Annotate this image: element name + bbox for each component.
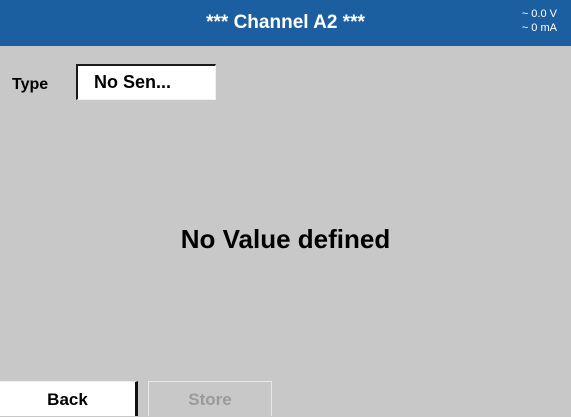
channel-title: *** Channel A2 *** bbox=[206, 12, 365, 33]
type-selector[interactable]: No Sen... bbox=[76, 64, 216, 100]
type-label: Type bbox=[12, 76, 49, 93]
no-value-message: No Value defined bbox=[180, 224, 391, 254]
title-bar: *** Channel A2 *** ~ 0.0 V ~ 0 mA bbox=[0, 0, 571, 46]
voltage-readout: ~ 0.0 V bbox=[521, 8, 557, 20]
store-button[interactable]: Store bbox=[148, 381, 272, 416]
back-button[interactable]: Back bbox=[0, 381, 138, 416]
current-readout: ~ 0 mA bbox=[521, 22, 557, 34]
signal-readout: ~ 0.0 V ~ 0 mA bbox=[522, 7, 557, 35]
